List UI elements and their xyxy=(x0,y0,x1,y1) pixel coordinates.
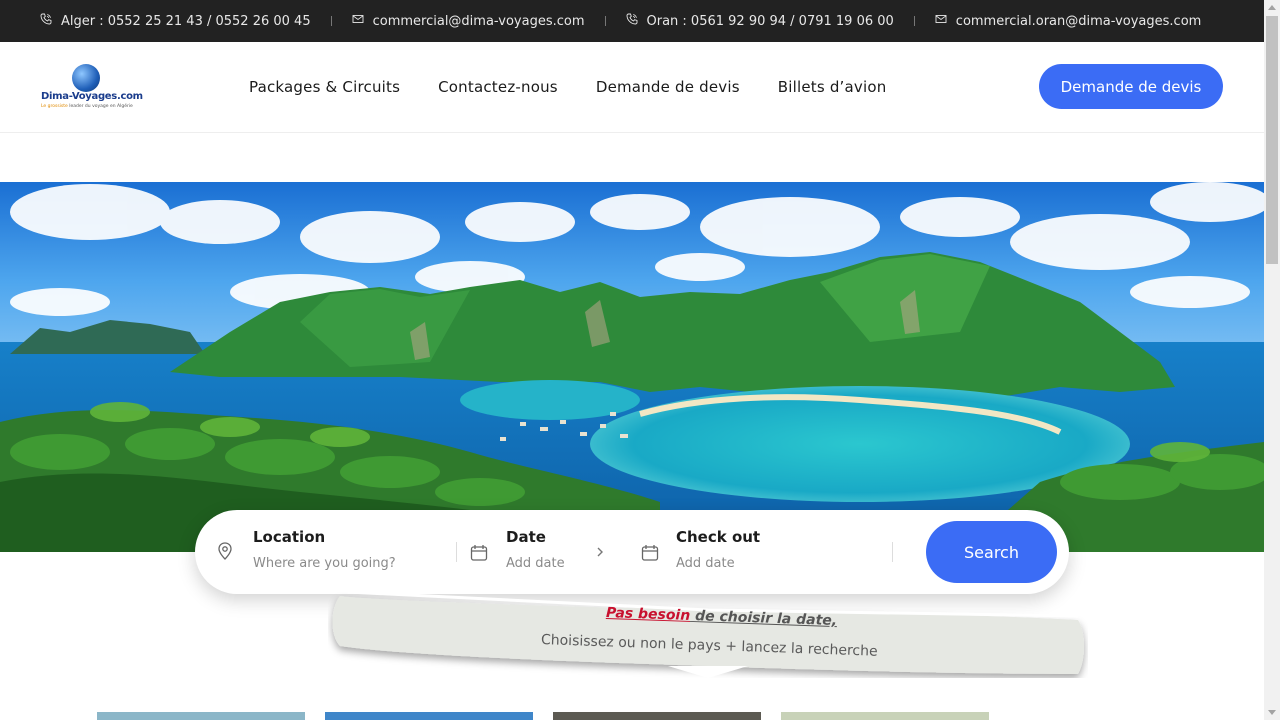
logo-tagline-rest: leader du voyage en Algérie xyxy=(67,104,133,109)
nav-item-flights[interactable]: Billets d’avion xyxy=(778,78,887,96)
scroll-down-arrow[interactable] xyxy=(1268,710,1276,715)
scrollbar-thumb[interactable] xyxy=(1266,16,1278,264)
site-logo[interactable]: Dima-Voyages.com Le grossiste leader du … xyxy=(41,64,143,112)
checkout-input[interactable]: Add date xyxy=(676,556,760,571)
logo-name: Dima-Voyages.com xyxy=(41,91,143,102)
checkout-field[interactable]: Check out Add date xyxy=(676,528,760,571)
oran-phone-text: Oran : 0561 92 90 94 / 0791 19 06 00 xyxy=(646,13,894,29)
field-divider xyxy=(892,542,893,562)
page-scrollbar[interactable] xyxy=(1264,0,1280,720)
logo-tagline: Le grossiste leader du voyage en Algérie xyxy=(41,104,133,109)
date-input[interactable]: Add date xyxy=(506,556,565,571)
nav-item-quote[interactable]: Demande de devis xyxy=(596,78,740,96)
tropical-island-illustration xyxy=(0,182,1264,552)
email-link-1[interactable]: commercial@dima-voyages.com xyxy=(352,13,585,29)
info-note-banner xyxy=(332,592,1084,678)
topbar-divider xyxy=(604,16,606,26)
mail-icon xyxy=(935,13,947,29)
quote-request-button[interactable]: Demande de devis xyxy=(1039,64,1223,109)
date-label: Date xyxy=(506,528,546,546)
location-input[interactable]: Where are you going? xyxy=(253,556,396,571)
calendar-icon xyxy=(470,545,488,561)
main-header: Dima-Voyages.com Le grossiste leader du … xyxy=(0,42,1264,133)
search-bar: Location Where are you going? Date Add d… xyxy=(195,510,1069,594)
calendar-icon xyxy=(641,545,659,561)
email-text-1: commercial@dima-voyages.com xyxy=(372,13,585,29)
chevron-right-icon xyxy=(597,547,603,557)
nav-item-contact[interactable]: Contactez-nous xyxy=(438,78,558,96)
oran-phone[interactable]: Oran : 0561 92 90 94 / 0791 19 06 00 xyxy=(626,13,894,29)
location-label: Location xyxy=(253,528,326,546)
main-nav: Packages & Circuits Contactez-nous Deman… xyxy=(249,78,886,96)
alger-phone-text: Alger : 0552 25 21 43 / 0552 26 00 45 xyxy=(61,13,311,29)
location-field[interactable]: Location Where are you going? xyxy=(253,528,396,571)
destination-card[interactable] xyxy=(325,712,533,720)
globe-icon xyxy=(72,64,100,92)
date-field[interactable]: Date Add date xyxy=(506,528,565,571)
nav-item-packages[interactable]: Packages & Circuits xyxy=(249,78,400,96)
hero-image xyxy=(0,182,1264,552)
note-highlight: Pas besoin xyxy=(605,605,691,624)
destination-card[interactable] xyxy=(553,712,761,720)
top-contact-bar: Alger : 0552 25 21 43 / 0552 26 00 45 co… xyxy=(0,0,1264,42)
email-text-2: commercial.oran@dima-voyages.com xyxy=(955,13,1202,29)
phone-icon xyxy=(626,13,638,29)
field-divider xyxy=(456,542,457,562)
destination-card[interactable] xyxy=(97,712,305,720)
logo-tagline-prefix: Le grossiste xyxy=(41,104,68,109)
page: Alger : 0552 25 21 43 / 0552 26 00 45 co… xyxy=(0,0,1280,720)
mail-icon xyxy=(352,13,364,29)
topbar-divider xyxy=(913,16,915,26)
alger-phone[interactable]: Alger : 0552 25 21 43 / 0552 26 00 45 xyxy=(40,13,311,29)
phone-icon xyxy=(40,13,52,29)
scroll-up-arrow[interactable] xyxy=(1268,5,1276,10)
email-link-2[interactable]: commercial.oran@dima-voyages.com xyxy=(935,13,1202,29)
checkout-label: Check out xyxy=(676,528,761,546)
location-pin-icon xyxy=(218,542,232,560)
destination-card[interactable] xyxy=(781,712,989,720)
search-button[interactable]: Search xyxy=(926,521,1057,583)
topbar-divider xyxy=(330,16,332,26)
